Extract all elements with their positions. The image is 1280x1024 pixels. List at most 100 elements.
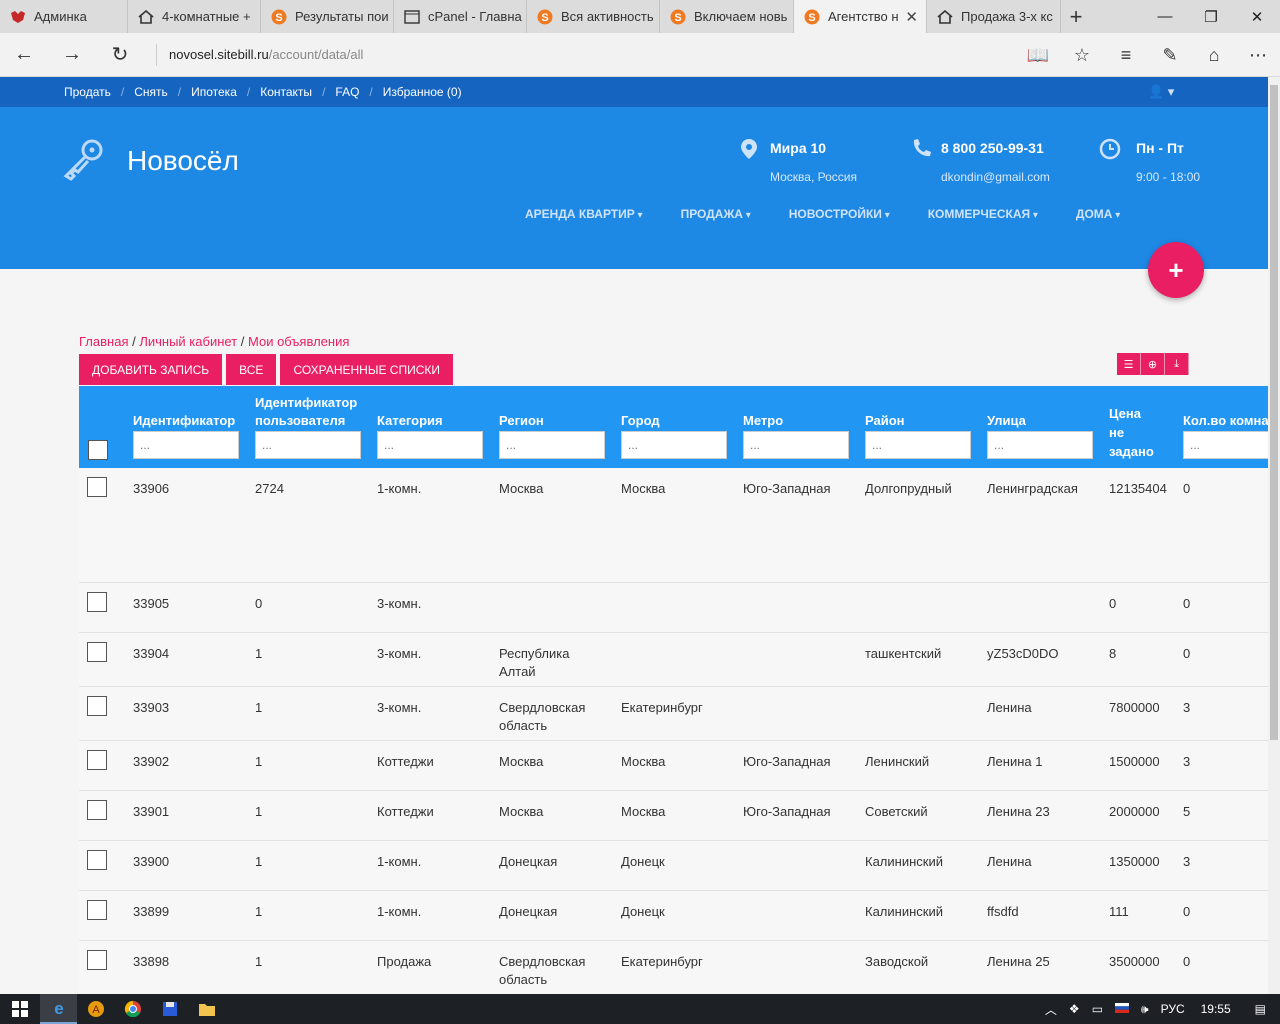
filter-id[interactable] xyxy=(133,431,239,459)
more-icon[interactable]: ⋯ xyxy=(1236,45,1280,66)
save-app-icon[interactable] xyxy=(151,994,188,1024)
topnav-mortgage[interactable]: Ипотека xyxy=(191,85,237,99)
menu-rent-apartments[interactable]: АРЕНДА КВАРТИР xyxy=(525,207,643,221)
browser-tab[interactable]: cPanel - Главна xyxy=(394,0,527,33)
hub-icon[interactable]: ≡ xyxy=(1104,45,1148,66)
close-tab-icon[interactable]: ✕ xyxy=(905,8,918,26)
clock-time[interactable]: 19:55 xyxy=(1201,1002,1231,1016)
header-city[interactable]: Город xyxy=(621,412,660,430)
table-row[interactable]: 33906 2724 1-комн. Москва Москва Юго-Западная… xyxy=(79,468,1268,583)
web-note-icon[interactable]: ✎ xyxy=(1148,45,1192,66)
table-row[interactable]: 33901 1 Коттеджи Москва Москва Юго-Западная Со… xyxy=(79,791,1268,841)
folder-app-icon[interactable] xyxy=(188,994,225,1024)
menu-houses[interactable]: ДОМА xyxy=(1076,207,1120,221)
scrollbar-thumb[interactable] xyxy=(1270,85,1278,740)
notifications-icon[interactable]: ▤ xyxy=(1255,1002,1266,1016)
row-checkbox[interactable] xyxy=(87,750,107,770)
topnav-sell[interactable]: Продать xyxy=(64,85,111,99)
upload-icon[interactable]: ⊕ xyxy=(1141,353,1165,375)
row-checkbox[interactable] xyxy=(87,642,107,662)
network-icon[interactable]: ▭ xyxy=(1092,1002,1103,1016)
header-price[interactable]: Цена не задано xyxy=(1109,404,1154,461)
download-icon[interactable]: ⤓ xyxy=(1165,353,1189,375)
topnav-rent[interactable]: Снять xyxy=(134,85,168,99)
browser-tab-active[interactable]: S Агентство н ✕ xyxy=(794,0,927,33)
header-region[interactable]: Регион xyxy=(499,412,544,430)
breadcrumb-home[interactable]: Главная xyxy=(79,334,128,349)
dropbox-icon[interactable]: ❖ xyxy=(1069,1002,1080,1016)
input-language[interactable]: РУС xyxy=(1161,1002,1185,1016)
browser-tab[interactable]: Админка xyxy=(0,0,128,33)
add-record-button[interactable]: Добавить запись xyxy=(79,354,223,385)
browser-tab[interactable]: S Включаем новь xyxy=(660,0,794,33)
row-checkbox[interactable] xyxy=(87,477,107,497)
filter-metro[interactable] xyxy=(743,431,849,459)
minimize-icon[interactable]: — xyxy=(1142,0,1188,33)
user-menu-icon[interactable]: 👤 ▾ xyxy=(1148,84,1174,100)
chrome-app-icon[interactable] xyxy=(114,994,151,1024)
header-street[interactable]: Улица xyxy=(987,412,1026,430)
reading-view-icon[interactable]: 📖 xyxy=(1016,45,1060,66)
list-icon[interactable]: ☰ xyxy=(1117,353,1141,375)
ftp-app-icon[interactable]: A xyxy=(77,994,114,1024)
browser-tab[interactable]: S Вся активность xyxy=(527,0,660,33)
menu-commercial[interactable]: КОММЕРЧЕСКАЯ xyxy=(928,207,1038,221)
refresh-icon[interactable]: ↻ xyxy=(96,33,144,77)
browser-tab[interactable]: S Результаты пои xyxy=(261,0,394,33)
header-id[interactable]: Идентификатор xyxy=(133,412,235,430)
volume-icon[interactable]: 🕪 xyxy=(1141,1002,1149,1017)
breadcrumb-account[interactable]: Личный кабинет xyxy=(139,334,237,349)
browser-tab[interactable]: Продажа 3-х кс xyxy=(927,0,1061,33)
table-row[interactable]: 33898 1 Продажа Свердловская область Екатери… xyxy=(79,941,1268,994)
saved-lists-button[interactable]: Сохраненные списки xyxy=(280,354,454,385)
back-icon[interactable]: ← xyxy=(0,33,48,77)
select-all-checkbox[interactable] xyxy=(88,440,108,460)
row-checkbox[interactable] xyxy=(87,950,107,970)
filter-city[interactable] xyxy=(621,431,727,459)
topnav-contacts[interactable]: Контакты xyxy=(260,85,312,99)
page-scrollbar[interactable] xyxy=(1268,77,1280,994)
close-window-icon[interactable]: ✕ xyxy=(1234,0,1280,33)
breadcrumb-my-ads[interactable]: Мои объявления xyxy=(248,334,349,349)
site-brand[interactable]: Новосёл xyxy=(127,145,239,177)
new-tab-button[interactable]: + xyxy=(1061,0,1091,33)
table-row[interactable]: 33902 1 Коттеджи Москва Москва Юго-Западная Ле… xyxy=(79,741,1268,791)
header-user[interactable]: Идентификатор пользователя xyxy=(255,394,365,430)
menu-new-buildings[interactable]: НОВОСТРОЙКИ xyxy=(789,207,890,221)
row-checkbox[interactable] xyxy=(87,696,107,716)
restore-icon[interactable]: ❐ xyxy=(1188,0,1234,33)
table-row[interactable]: 33904 1 3-комн. Республика Алтай ташкентский… xyxy=(79,633,1268,687)
row-checkbox[interactable] xyxy=(87,850,107,870)
menu-sale[interactable]: ПРОДАЖА xyxy=(681,207,751,221)
filter-street[interactable] xyxy=(987,431,1093,459)
flag-ru-icon[interactable] xyxy=(1115,1002,1130,1016)
header-category[interactable]: Категория xyxy=(377,412,443,430)
table-row[interactable]: 33899 1 1-комн. Донецкая Донецк Калининский ff… xyxy=(79,891,1268,941)
browser-tab[interactable]: 4-комнатные + xyxy=(128,0,261,33)
filter-category[interactable] xyxy=(377,431,483,459)
table-row[interactable]: 33905 0 3-комн. 0 0 xyxy=(79,583,1268,633)
filter-district[interactable] xyxy=(865,431,971,459)
filter-user[interactable] xyxy=(255,431,361,459)
header-metro[interactable]: Метро xyxy=(743,412,783,430)
add-fab-button[interactable]: + xyxy=(1148,242,1204,298)
favorite-star-icon[interactable]: ☆ xyxy=(1060,45,1104,66)
filter-rooms[interactable] xyxy=(1183,431,1268,459)
header-rooms[interactable]: Кол.во комнат xyxy=(1183,412,1268,430)
forward-icon[interactable]: → xyxy=(48,33,96,77)
row-checkbox[interactable] xyxy=(87,900,107,920)
share-icon[interactable]: ⌂ xyxy=(1192,45,1236,66)
header-district[interactable]: Район xyxy=(865,412,905,430)
url-field[interactable]: novosel.sitebill.ru/account/data/all xyxy=(156,43,996,66)
tray-chevron-icon[interactable]: ︿ xyxy=(1045,1001,1057,1018)
topnav-faq[interactable]: FAQ xyxy=(335,85,359,99)
table-row[interactable]: 33900 1 1-комн. Донецкая Донецк Калининский Ле… xyxy=(79,841,1268,891)
topnav-favorites[interactable]: Избранное (0) xyxy=(383,85,462,99)
filter-region[interactable] xyxy=(499,431,605,459)
all-button[interactable]: Все xyxy=(226,354,277,385)
row-checkbox[interactable] xyxy=(87,592,107,612)
table-row[interactable]: 33903 1 3-комн. Свердловская область Екатери… xyxy=(79,687,1268,741)
windows-start-icon[interactable] xyxy=(0,994,40,1024)
row-checkbox[interactable] xyxy=(87,800,107,820)
edge-app-icon[interactable]: e xyxy=(40,994,77,1024)
